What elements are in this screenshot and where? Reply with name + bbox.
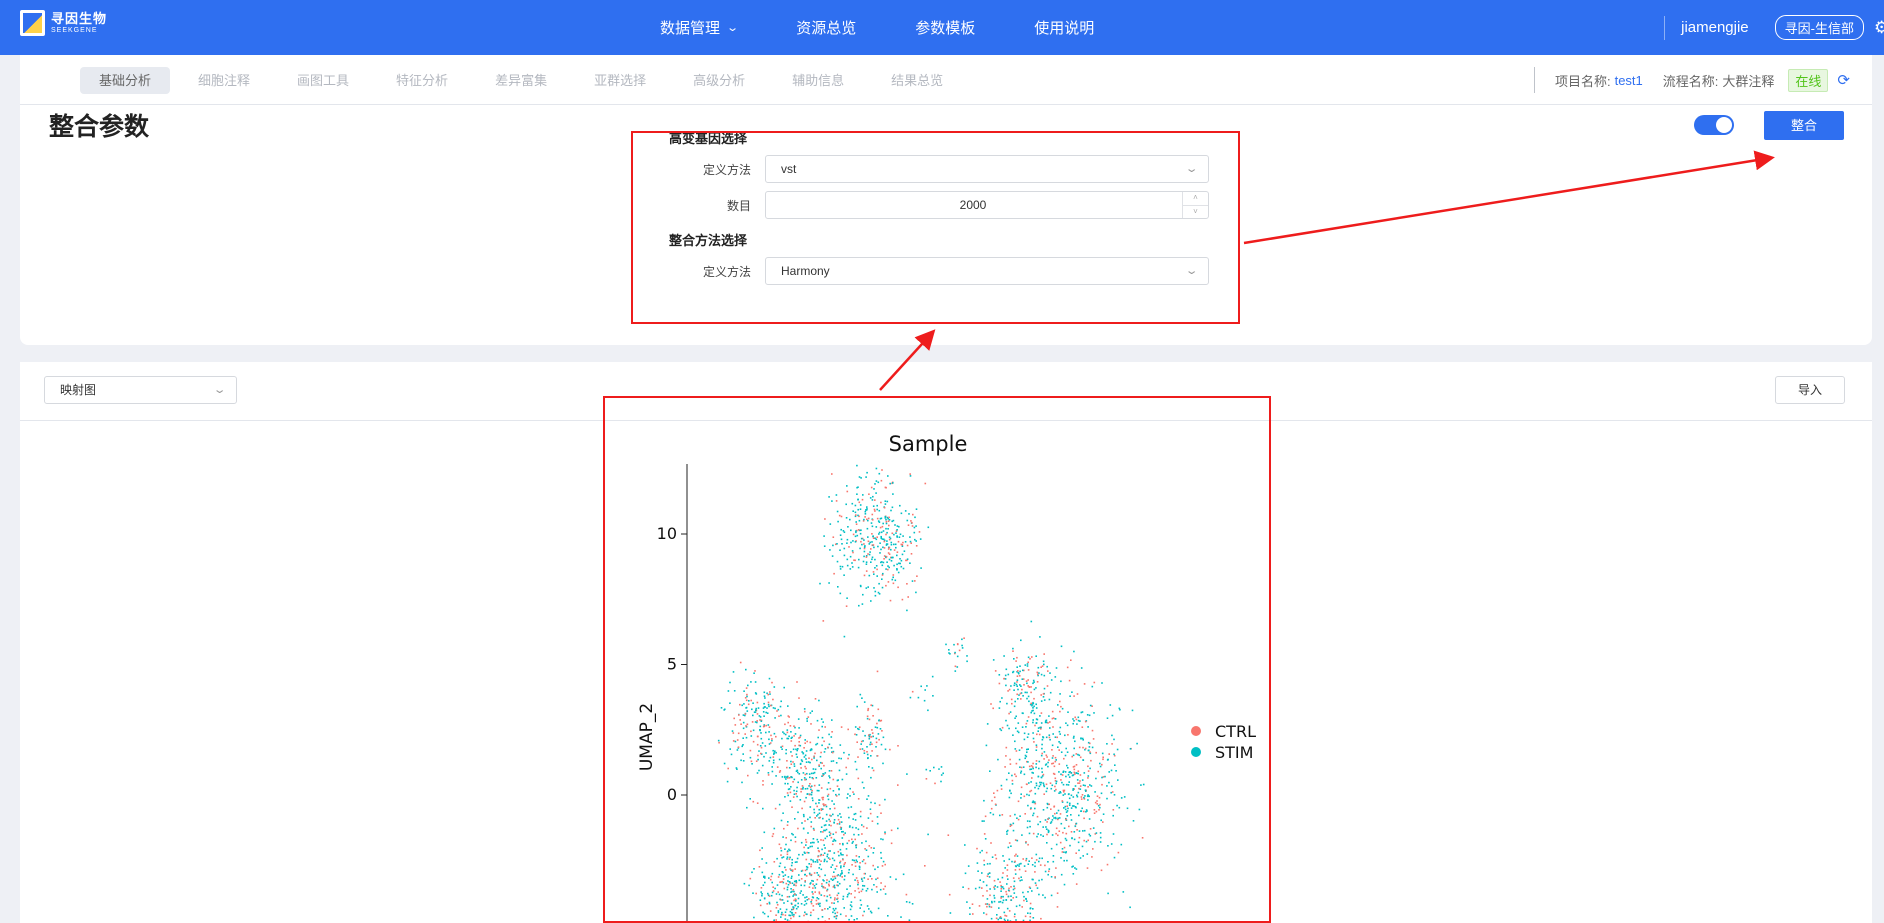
plot-highlight-box bbox=[603, 396, 1271, 923]
params-highlight-box bbox=[631, 131, 1240, 324]
